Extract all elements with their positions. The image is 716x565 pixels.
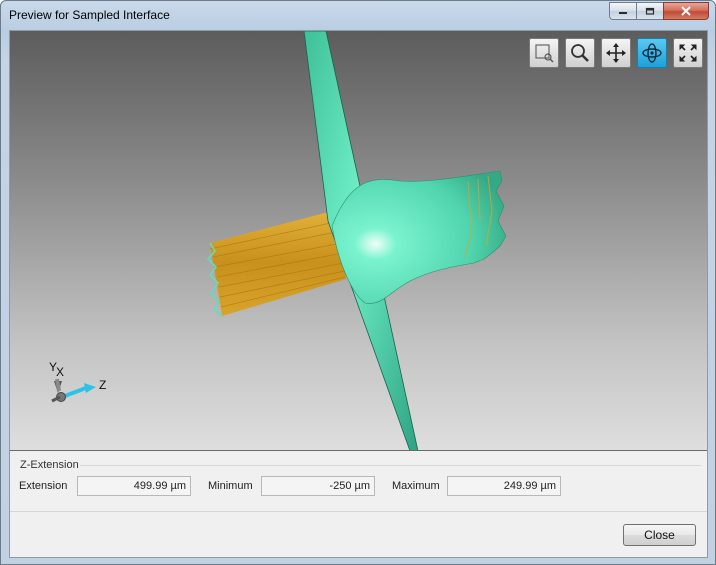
title-bar[interactable]: Preview for Sampled Interface: [1, 1, 715, 30]
teal-bell: [331, 170, 507, 304]
group-legend: Z-Extension: [20, 459, 79, 471]
close-icon: [681, 6, 691, 16]
minimum-label: Minimum: [208, 480, 253, 492]
minimum-field[interactable]: -250 µm: [261, 476, 375, 496]
pan-button[interactable]: [601, 38, 631, 68]
caption-buttons: [609, 2, 709, 20]
magnify-icon: [571, 44, 589, 62]
rotate-icon: [642, 43, 662, 63]
magnify-button[interactable]: [565, 38, 595, 68]
minimize-button[interactable]: [609, 2, 636, 20]
dialog-window: Preview for Sampled Interface Y X Z Z-Ex…: [0, 0, 716, 565]
axis-triad: [51, 378, 96, 403]
zoom-box-button[interactable]: [529, 38, 559, 68]
restore-icon: [645, 7, 655, 15]
close-window-button[interactable]: [663, 2, 709, 20]
maximum-label: Maximum: [392, 480, 440, 492]
z-extension-group: Z-Extension Extension 499.99 µm Minimum …: [10, 452, 707, 512]
axis-label-z: Z: [99, 378, 106, 392]
extension-field[interactable]: 499.99 µm: [77, 476, 191, 496]
pan-icon: [606, 43, 626, 63]
maximize-button[interactable]: [636, 2, 663, 20]
group-divider: [80, 465, 701, 466]
maximum-field[interactable]: 249.99 µm: [447, 476, 561, 496]
close-button[interactable]: Close: [623, 524, 696, 546]
fit-all-icon: [679, 44, 697, 62]
3d-viewport[interactable]: Y X Z: [10, 31, 707, 451]
zoom-box-icon: [535, 44, 554, 63]
surface-render: Y X Z: [49, 31, 507, 450]
rotate-button[interactable]: [637, 38, 667, 68]
extension-label: Extension: [19, 480, 68, 492]
axis-label-x: X: [56, 365, 64, 379]
orange-strands: [206, 209, 346, 317]
fit-all-button[interactable]: [673, 38, 703, 68]
minimize-icon: [619, 12, 627, 14]
window-title: Preview for Sampled Interface: [9, 8, 170, 22]
dialog-client-area: Y X Z Z-Extension Extension 499.99 µm Mi…: [9, 30, 708, 558]
